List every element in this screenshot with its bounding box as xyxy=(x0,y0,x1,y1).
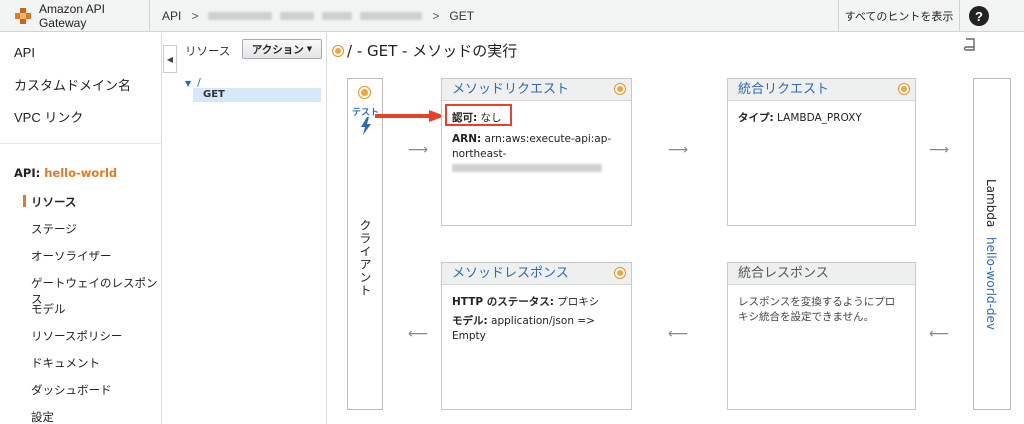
integration-response-text: レスポンスを変換するようにプロキシ統合を設定できません。 xyxy=(738,296,896,323)
integration-request-card: 統合リクエスト タイプ: LAMBDA_PROXY xyxy=(727,78,916,226)
nav-item-api[interactable]: API xyxy=(14,45,35,60)
collapse-nav-button[interactable]: ◀ xyxy=(163,45,177,73)
highlight-arrow-icon xyxy=(375,110,445,122)
status-row: HTTP のステータス: プロキシ xyxy=(452,295,621,310)
method-response-card: メソッドレスポンス HTTP のステータス: プロキシ モデル: applica… xyxy=(441,262,632,410)
arrow-left-icon: ⟵ xyxy=(668,326,689,342)
arn-redacted xyxy=(452,162,621,177)
breadcrumb-api[interactable]: API xyxy=(162,9,181,23)
status-label: HTTP のステータス: xyxy=(452,296,554,308)
lambda-function-link[interactable]: hello-world-dev xyxy=(984,237,998,330)
book-icon[interactable] xyxy=(963,38,977,52)
service-logo[interactable]: Amazon API Gateway xyxy=(0,0,150,32)
lambda-label: Lambda hello-world-dev xyxy=(984,179,998,330)
page-title: / - GET - メソッドの実行 xyxy=(333,40,517,61)
show-all-hints-button[interactable]: すべてのヒントを表示 xyxy=(838,0,960,32)
nav-item-models[interactable]: モデル xyxy=(31,301,66,317)
integration-request-header[interactable]: 統合リクエスト xyxy=(728,79,915,101)
integration-request-title[interactable]: 統合リクエスト xyxy=(738,82,829,97)
method-request-header[interactable]: メソッドリクエスト xyxy=(442,79,631,101)
method-response-header[interactable]: メソッドレスポンス xyxy=(442,263,631,285)
resource-tree-get-method[interactable]: GET xyxy=(193,88,321,102)
client-label: クライアント xyxy=(358,219,372,297)
breadcrumb-redacted-segment xyxy=(360,12,423,20)
resource-panel: リソース アクション ▼ ▼ / GET xyxy=(177,33,327,424)
chevron-left-icon: ◀ xyxy=(166,54,174,64)
nav-item-settings[interactable]: 設定 xyxy=(31,409,54,424)
breadcrumb-redacted-segment xyxy=(280,12,315,20)
breadcrumb-redacted-api-id[interactable] xyxy=(208,12,273,20)
status-value: プロキシ xyxy=(557,296,600,308)
arrow-right-icon: ⟶ xyxy=(929,142,950,158)
left-navigation: API カスタムドメイン名 VPC リンク API: hello-world リ… xyxy=(0,33,162,424)
method-request-title[interactable]: メソッドリクエスト xyxy=(452,82,569,97)
client-box: テスト クライアント xyxy=(347,78,383,410)
api-gateway-logo-icon xyxy=(14,7,31,25)
api-name: hello-world xyxy=(44,166,118,180)
lightning-bolt-icon[interactable] xyxy=(360,117,372,135)
resources-label: リソース xyxy=(185,44,231,58)
nav-item-documentation[interactable]: ドキュメント xyxy=(31,355,100,371)
breadcrumb-redacted-segment xyxy=(322,12,353,20)
nav-item-custom-domains[interactable]: カスタムドメイン名 xyxy=(14,75,131,94)
model-label: モデル: xyxy=(452,315,488,327)
actions-label: アクション xyxy=(251,43,304,56)
breadcrumb-get[interactable]: GET xyxy=(449,9,474,23)
lambda-type-label: Lambda xyxy=(984,179,998,228)
breadcrumb: API > > GET xyxy=(162,0,474,32)
lambda-box: Lambda hello-world-dev xyxy=(973,78,1011,410)
type-row: タイプ: LAMBDA_PROXY xyxy=(738,111,905,126)
page-title-text: / - GET - メソッドの実行 xyxy=(347,42,518,60)
breadcrumb-separator: > xyxy=(432,9,440,23)
active-indicator xyxy=(23,195,26,207)
nav-item-stages[interactable]: ステージ xyxy=(31,221,77,237)
integration-response-body: レスポンスを変換するようにプロキシ統合を設定できません。 xyxy=(728,285,915,333)
method-request-card: メソッドリクエスト 認可: なし ARN: arn:aws:execute-ap… xyxy=(441,78,632,226)
nav-item-resources[interactable]: リソース xyxy=(31,194,76,210)
hint-icon[interactable] xyxy=(899,84,909,94)
arn-row: ARN: arn:aws:execute-api:ap-northeast- xyxy=(452,132,621,162)
arrow-left-icon: ⟵ xyxy=(408,326,429,342)
integration-response-card: 統合レスポンス レスポンスを変換するようにプロキシ統合を設定できません。 xyxy=(727,262,916,410)
api-name-heading: API: hello-world xyxy=(14,166,117,180)
integration-response-title: 統合レスポンス xyxy=(738,266,829,281)
arrow-right-icon: ⟶ xyxy=(408,142,429,158)
service-name: Amazon API Gateway xyxy=(38,2,106,30)
nav-divider xyxy=(0,143,162,144)
caret-down-icon: ▼ xyxy=(185,79,192,88)
arrow-left-icon: ⟵ xyxy=(929,326,950,342)
breadcrumb-separator: > xyxy=(191,9,199,23)
arn-label: ARN: xyxy=(452,133,482,145)
integration-response-header: 統合レスポンス xyxy=(728,263,915,285)
nav-item-authorizers[interactable]: オーソライザー xyxy=(31,248,112,264)
type-value: LAMBDA_PROXY xyxy=(777,112,862,124)
hint-icon[interactable] xyxy=(615,84,625,94)
model-row: モデル: application/json => Empty xyxy=(452,314,621,344)
hint-icon[interactable] xyxy=(615,268,625,278)
actions-dropdown-button[interactable]: アクション ▼ xyxy=(242,39,322,59)
type-label: タイプ: xyxy=(738,112,774,124)
nav-item-vpc-links[interactable]: VPC リンク xyxy=(14,107,83,126)
arrow-right-icon: ⟶ xyxy=(668,142,689,158)
method-response-body: HTTP のステータス: プロキシ モデル: application/json … xyxy=(442,285,631,352)
hint-icon[interactable] xyxy=(359,87,370,98)
top-bar: Amazon API Gateway API > > GET すべてのヒントを表… xyxy=(0,0,1024,32)
hint-icon[interactable] xyxy=(333,45,343,56)
help-icon[interactable]: ? xyxy=(969,6,989,26)
integration-request-body: タイプ: LAMBDA_PROXY xyxy=(728,101,915,134)
nav-item-resource-policy[interactable]: リソースポリシー xyxy=(31,328,122,344)
method-response-title[interactable]: メソッドレスポンス xyxy=(452,266,569,281)
nav-item-dashboard[interactable]: ダッシュボード xyxy=(31,382,112,398)
api-label: API: xyxy=(14,166,41,180)
auth-highlight-box xyxy=(445,104,512,126)
caret-down-icon: ▼ xyxy=(306,45,313,53)
